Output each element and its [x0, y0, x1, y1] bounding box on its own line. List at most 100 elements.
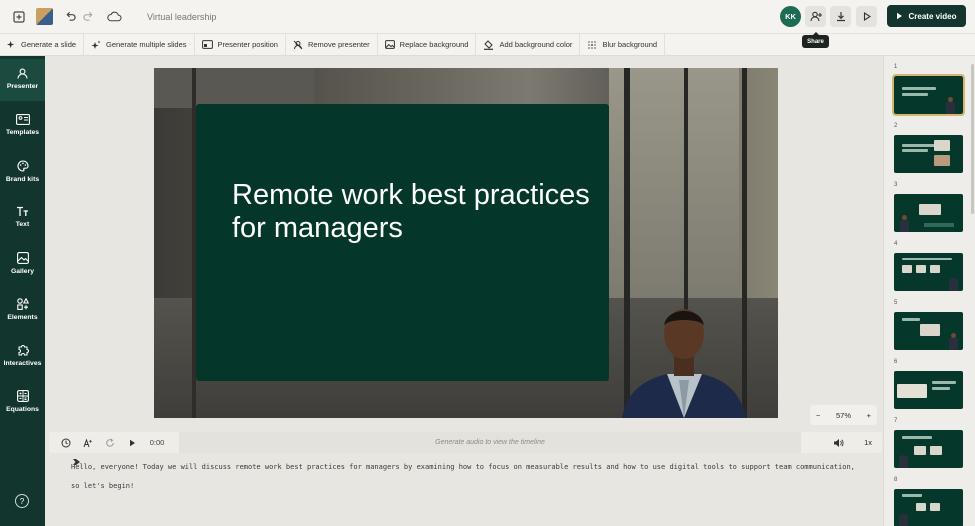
create-video-label: Create video [908, 11, 957, 21]
help-button[interactable]: ? [15, 494, 29, 508]
thumb-presenter [899, 514, 908, 526]
remove-presenter-icon [293, 40, 303, 49]
title-panel[interactable]: Remote work best practices for managers [196, 104, 609, 381]
sidebar-item-templates[interactable]: Templates [0, 114, 45, 136]
play-icon [863, 12, 871, 21]
presenter-avatar[interactable] [622, 294, 746, 418]
thumb-title [902, 87, 936, 90]
thumbnail-number: 4 [894, 241, 898, 247]
undo-icon[interactable] [61, 8, 79, 26]
sidebar-item-text[interactable]: Text [0, 206, 45, 228]
slide-thumbnail-6[interactable] [894, 371, 963, 409]
slide-thumbnail-3[interactable] [894, 194, 963, 232]
timeline-track[interactable]: Generate audio to view the timeline [179, 432, 801, 453]
image-icon [384, 40, 395, 49]
tool-label: Generate a slide [21, 40, 77, 49]
playback-time: 0:00 [149, 438, 165, 447]
top-bar: Virtual leadership KK Create video [0, 0, 975, 33]
share-tooltip: Share [802, 32, 829, 48]
thumb-presenter-head [951, 333, 956, 338]
slide-thumbnail-4[interactable] [894, 253, 963, 291]
thumb-presenter-head [902, 215, 907, 220]
create-video-button[interactable]: Create video [887, 5, 966, 27]
remove-presenter-button[interactable]: Remove presenter [286, 33, 378, 56]
thumb-title [902, 494, 922, 497]
tool-label: Generate multiple slides [106, 40, 187, 49]
thumb-presenter [949, 337, 958, 350]
text-icon [17, 206, 28, 216]
sidebar-item-presenter[interactable]: Presenter [0, 59, 45, 101]
slide-title[interactable]: Remote work best practices for managers [232, 179, 592, 245]
sidebar-label: Templates [5, 129, 40, 136]
tool-label: Remove presenter [307, 40, 370, 49]
thumb-title [932, 387, 950, 390]
slide-thumbnail-2[interactable] [894, 135, 963, 173]
zoom-in-button[interactable]: + [867, 411, 871, 420]
thumb-card [930, 446, 942, 455]
thumbnail-number: 3 [894, 182, 898, 188]
clock-icon[interactable] [55, 432, 77, 453]
slide-thumbnail-1[interactable] [892, 74, 965, 116]
regenerate-icon[interactable] [99, 432, 121, 453]
volume-icon[interactable] [833, 438, 844, 448]
play-icon[interactable] [121, 432, 143, 453]
sidebar-item-interactives[interactable]: Interactives [0, 344, 45, 367]
document-title[interactable]: Virtual leadership [147, 12, 216, 22]
slide-thumbnail-8[interactable] [894, 489, 963, 526]
thumb-title [902, 258, 952, 260]
timeline-bar: 0:00 Generate audio to view the timeline… [49, 432, 882, 453]
cloud-saved-icon [105, 8, 123, 26]
sidebar-label: Interactives [3, 360, 42, 367]
left-sidebar: Presenter Templates Brand kits Text Gall… [0, 56, 45, 526]
sidebar-item-brand-kits[interactable]: Brand kits [0, 160, 45, 183]
tool-label: Add background color [499, 40, 573, 49]
app-logo[interactable] [36, 8, 53, 25]
gallery-icon [16, 252, 29, 264]
slide-canvas[interactable]: Remote work best practices for managers [154, 68, 778, 418]
thumb-title [902, 93, 928, 96]
tool-label: Presenter position [217, 40, 278, 49]
blur-background-button[interactable]: Blur background [580, 33, 666, 56]
sparkle-icon [7, 40, 15, 49]
replace-background-button[interactable]: Replace background [378, 33, 477, 56]
sidebar-label: Elements [7, 314, 38, 321]
sidebar-item-gallery[interactable]: Gallery [0, 252, 45, 275]
generate-slide-button[interactable]: Generate a slide [0, 33, 85, 56]
voice-settings-icon[interactable] [77, 432, 99, 453]
elements-icon [16, 298, 29, 310]
redo-icon[interactable] [79, 8, 97, 26]
slide-thumbnail-7[interactable] [894, 430, 963, 468]
sidebar-item-equations[interactable]: Equations [0, 390, 45, 413]
puzzle-icon [18, 345, 29, 356]
share-button[interactable] [805, 6, 826, 27]
generate-multiple-slides-button[interactable]: Generate multiple slides [84, 33, 195, 56]
thumb-presenter [900, 219, 909, 232]
script-text[interactable]: Hello, everyone! Today we will discuss r… [71, 458, 861, 496]
playback-speed[interactable]: 1x [864, 438, 872, 447]
preview-button[interactable] [856, 6, 877, 27]
thumb-title [902, 149, 928, 152]
presenter-position-button[interactable]: Presenter position [195, 33, 286, 56]
sidebar-item-elements[interactable]: Elements [0, 298, 45, 321]
thumbnails-scrollbar[interactable] [971, 64, 974, 214]
thumb-card [930, 265, 940, 273]
add-square-icon[interactable] [10, 8, 28, 26]
presenter-position-icon [201, 40, 213, 49]
user-avatar[interactable]: KK [780, 6, 801, 27]
thumbnail-number: 7 [894, 418, 898, 424]
presenter-icon [17, 68, 28, 79]
slide-thumbnail-5[interactable] [894, 312, 963, 350]
thumb-card [930, 503, 940, 511]
thumb-card [897, 384, 927, 398]
thumb-card [920, 324, 940, 336]
thumb-card [902, 265, 912, 273]
thumb-card [934, 140, 950, 151]
thumb-card [934, 155, 950, 166]
zoom-out-button[interactable]: − [816, 411, 820, 420]
thumbnail-number: 1 [894, 64, 898, 70]
sparkles-icon [91, 40, 101, 49]
add-background-color-button[interactable]: Add background color [476, 33, 581, 56]
download-button[interactable] [830, 6, 851, 27]
templates-icon [15, 114, 30, 125]
thumb-card [916, 265, 926, 273]
